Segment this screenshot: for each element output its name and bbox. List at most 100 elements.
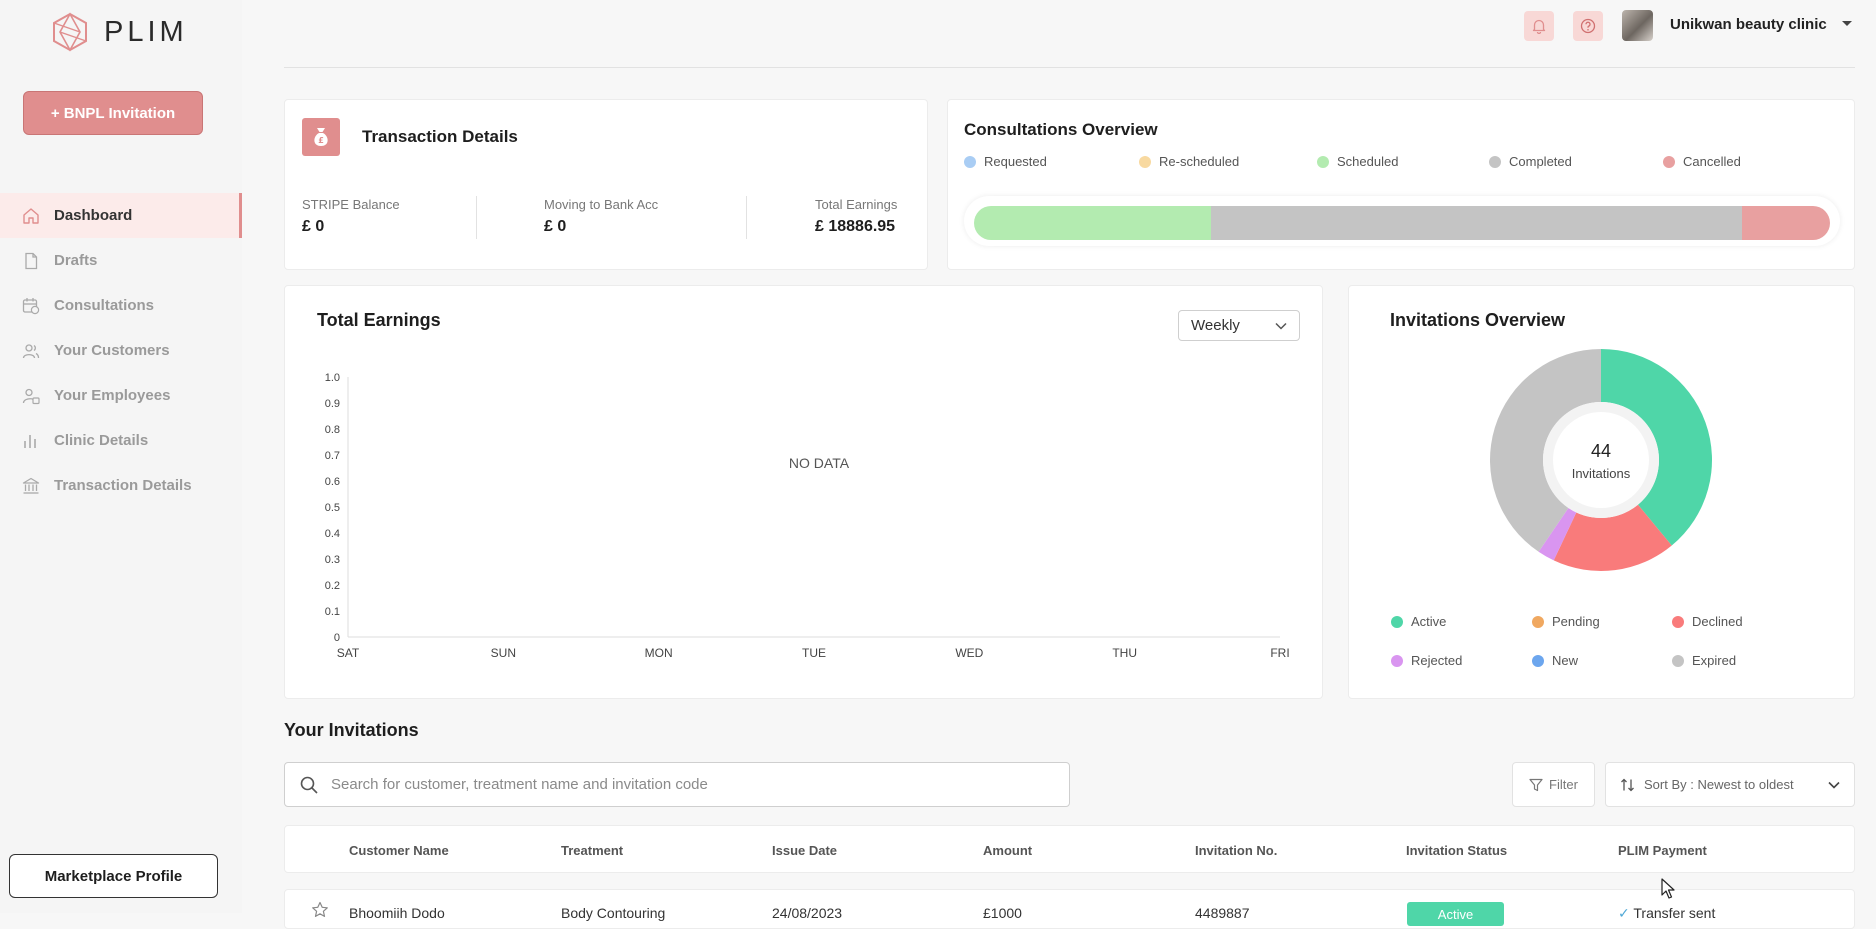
total-earnings-summary: Total Earnings £ 18886.95: [815, 197, 897, 236]
bar-chart-icon: [24, 434, 36, 448]
help-button[interactable]: [1573, 11, 1603, 41]
search-input[interactable]: [331, 776, 1031, 793]
svg-text:£: £: [318, 136, 324, 145]
x-tick-label: MON: [645, 646, 673, 660]
legend-label: Pending: [1552, 614, 1600, 629]
y-tick-label: 0.5: [325, 502, 340, 514]
table-row[interactable]: Bhoomiih Dodo Body Contouring 24/08/2023…: [284, 889, 1855, 929]
sidebar-item-label: Drafts: [54, 252, 98, 269]
star-icon[interactable]: [311, 901, 329, 919]
payment-status-label: Transfer sent: [1633, 905, 1716, 921]
y-tick-label: 1.0: [325, 372, 340, 384]
legend-label: Rejected: [1411, 653, 1463, 668]
moving-to-bank-value: £ 0: [544, 218, 567, 235]
y-tick-label: 0.3: [325, 554, 340, 566]
search-icon: [300, 776, 318, 794]
legend-dot: [1139, 155, 1151, 168]
sidebar-item-drafts[interactable]: Drafts: [0, 238, 242, 283]
sidebar-item-label: Consultations: [54, 297, 154, 314]
sidebar-item-clinic-details[interactable]: Clinic Details: [0, 418, 242, 463]
y-tick-label: 0.1: [325, 606, 340, 618]
y-tick-label: 0: [334, 632, 340, 644]
consultations-progress-track: [964, 196, 1840, 246]
legend-scheduled: Scheduled: [1317, 154, 1398, 169]
total-earnings-label: Total Earnings: [815, 197, 898, 212]
cell-amount: £1000: [983, 905, 1022, 921]
filter-button[interactable]: Filter: [1512, 762, 1595, 807]
sidebar-item-transaction-details[interactable]: Transaction Details: [0, 463, 242, 508]
invitations-donut-chart: 44 Invitations: [1490, 349, 1712, 571]
clinic-name[interactable]: Unikwan beauty clinic: [1670, 16, 1827, 33]
avatar[interactable]: [1622, 10, 1653, 41]
y-tick-label: 0.4: [325, 528, 340, 540]
chevron-down-icon: [1828, 781, 1840, 789]
legend-label: Declined: [1692, 614, 1743, 629]
search-bar[interactable]: [284, 762, 1070, 807]
sidebar-item-your-customers[interactable]: Your Customers: [0, 328, 242, 373]
legend-label: Scheduled: [1337, 154, 1399, 169]
check-icon: ✓: [1618, 905, 1630, 921]
plim-logo[interactable]: PLIM: [50, 12, 188, 52]
cell-invitation-no: 4489887: [1195, 905, 1250, 921]
notifications-button[interactable]: [1524, 11, 1554, 41]
progress-segment-cancelled: [1741, 206, 1830, 240]
column-header-plim-payment[interactable]: PLIM Payment: [1618, 843, 1707, 858]
y-tick-label: 0.6: [325, 476, 340, 488]
question-icon: [1580, 18, 1596, 34]
marketplace-profile-button[interactable]: Marketplace Profile: [9, 854, 218, 898]
legend-completed: Completed: [1489, 154, 1572, 169]
column-header-treatment[interactable]: Treatment: [561, 843, 623, 858]
sort-select[interactable]: Sort By : Newest to oldest: [1605, 762, 1855, 807]
filter-icon: [1529, 778, 1543, 791]
x-tick-label: TUE: [802, 646, 826, 660]
divider: [476, 196, 477, 239]
money-bag-icon: £: [302, 118, 340, 156]
sidebar-item-consultations[interactable]: Consultations: [0, 283, 242, 328]
x-tick-label: SAT: [337, 646, 360, 660]
column-header-issue-date[interactable]: Issue Date: [772, 843, 837, 858]
column-header-invitation-status[interactable]: Invitation Status: [1406, 843, 1507, 858]
status-badge: Active: [1407, 902, 1504, 926]
legend-dot: [1391, 654, 1403, 667]
sidebar-item-dashboard[interactable]: Dashboard: [0, 193, 242, 238]
employee-icon: [22, 388, 40, 404]
sidebar-item-label: Clinic Details: [54, 432, 149, 449]
donut-total: 44: [1591, 441, 1611, 461]
legend-pending: Pending: [1532, 614, 1600, 629]
sidebar-nav: Dashboard Drafts Consultations Your Cust…: [0, 193, 242, 508]
sidebar-item-your-employees[interactable]: Your Employees: [0, 373, 242, 418]
legend-dot: [964, 155, 976, 168]
sidebar-item-label: Your Customers: [54, 342, 170, 359]
bank-icon: [22, 477, 40, 494]
legend-label: Active: [1411, 614, 1447, 629]
x-tick-label: WED: [955, 646, 983, 660]
legend-cancelled: Cancelled: [1663, 154, 1741, 169]
bnpl-invitation-button[interactable]: + BNPL Invitation: [23, 91, 203, 135]
users-icon: [22, 343, 40, 358]
brand-name: PLIM: [104, 15, 188, 48]
cell-customer-name[interactable]: Bhoomiih Dodo: [349, 905, 445, 921]
legend-declined: Declined: [1672, 614, 1743, 629]
total-earnings-card: Total Earnings Weekly 0 0.1 0.2 0.3 0.4 0.5 0.…: [284, 285, 1323, 699]
sidebar-item-label: Your Employees: [54, 387, 171, 404]
column-header-amount[interactable]: Amount: [983, 843, 1032, 858]
x-tick-label: THU: [1112, 646, 1137, 660]
sidebar: PLIM + BNPL Invitation Dashboard Drafts …: [0, 0, 242, 913]
y-tick-label: 0.9: [325, 398, 340, 410]
x-tick-label: SUN: [491, 646, 516, 660]
legend-dot: [1489, 155, 1501, 168]
consultations-overview-card: Consultations Overview Requested Re-sche…: [947, 99, 1855, 270]
calendar-clock-icon: [22, 297, 40, 314]
column-header-invitation-no[interactable]: Invitation No.: [1195, 843, 1277, 858]
legend-label: Expired: [1692, 653, 1737, 668]
legend-requested: Requested: [964, 154, 1047, 169]
transaction-details-card: £ Transaction Details STRIPE Balance £ 0…: [284, 99, 928, 270]
table-header: Customer Name Treatment Issue Date Amoun…: [284, 825, 1855, 873]
consultations-overview-title: Consultations Overview: [964, 120, 1158, 139]
legend-dot: [1391, 615, 1403, 628]
bell-icon: [1532, 19, 1546, 34]
chevron-down-icon[interactable]: [1842, 21, 1852, 26]
column-header-customer-name[interactable]: Customer Name: [349, 843, 449, 858]
cell-treatment: Body Contouring: [561, 905, 666, 921]
moving-to-bank-label: Moving to Bank Acc: [544, 197, 659, 212]
